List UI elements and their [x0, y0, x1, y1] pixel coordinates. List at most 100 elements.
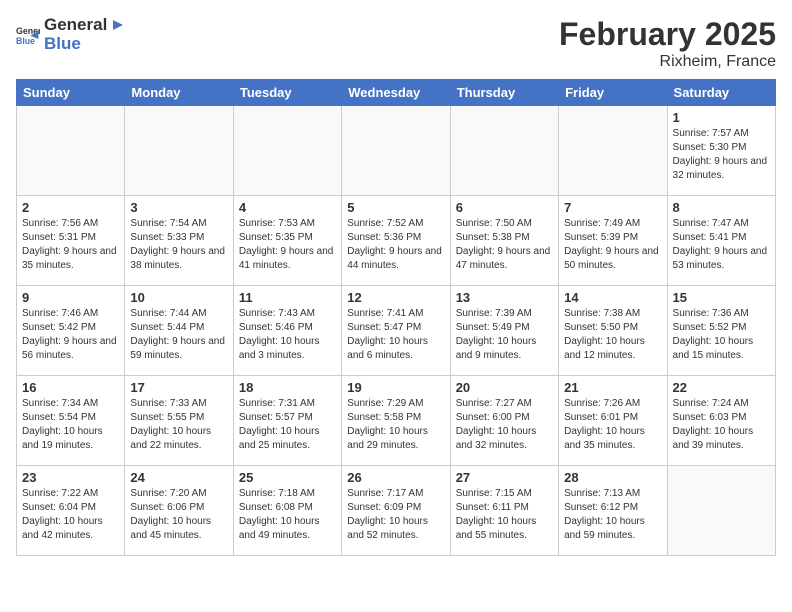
logo-general-text: General — [44, 16, 107, 35]
weekday-header-cell: Tuesday — [233, 80, 341, 106]
day-number: 11 — [239, 290, 336, 305]
day-number: 28 — [564, 470, 661, 485]
day-info: Sunrise: 7:29 AM Sunset: 5:58 PM Dayligh… — [347, 397, 444, 453]
day-info: Sunrise: 7:50 AM Sunset: 5:38 PM Dayligh… — [456, 217, 553, 273]
day-number: 7 — [564, 200, 661, 215]
logo-blue-text: Blue — [44, 34, 81, 53]
day-number: 3 — [130, 200, 227, 215]
day-info: Sunrise: 7:47 AM Sunset: 5:41 PM Dayligh… — [673, 217, 770, 273]
day-number: 19 — [347, 380, 444, 395]
calendar-day-cell: 15Sunrise: 7:36 AM Sunset: 5:52 PM Dayli… — [667, 286, 775, 376]
day-info: Sunrise: 7:39 AM Sunset: 5:49 PM Dayligh… — [456, 307, 553, 363]
day-info: Sunrise: 7:57 AM Sunset: 5:30 PM Dayligh… — [673, 127, 770, 183]
calendar-day-cell: 20Sunrise: 7:27 AM Sunset: 6:00 PM Dayli… — [450, 376, 558, 466]
svg-text:Blue: Blue — [16, 35, 35, 45]
day-info: Sunrise: 7:43 AM Sunset: 5:46 PM Dayligh… — [239, 307, 336, 363]
calendar-day-cell: 3 Sunrise: 7:54 AM Sunset: 5:33 PM Daylig… — [125, 196, 233, 286]
weekday-header-cell: Wednesday — [342, 80, 450, 106]
calendar-body: 1 Sunrise: 7:57 AM Sunset: 5:30 PM Daylig… — [17, 106, 776, 556]
calendar-day-cell: 27Sunrise: 7:15 AM Sunset: 6:11 PM Dayli… — [450, 466, 558, 556]
day-number: 15 — [673, 290, 770, 305]
calendar-day-cell — [233, 106, 341, 196]
logo: General Blue General Blue — [16, 16, 127, 53]
weekday-header-cell: Thursday — [450, 80, 558, 106]
day-number: 9 — [22, 290, 119, 305]
day-info: Sunrise: 7:38 AM Sunset: 5:50 PM Dayligh… — [564, 307, 661, 363]
day-info: Sunrise: 7:53 AM Sunset: 5:35 PM Dayligh… — [239, 217, 336, 273]
calendar-day-cell — [17, 106, 125, 196]
day-info: Sunrise: 7:18 AM Sunset: 6:08 PM Dayligh… — [239, 487, 336, 543]
calendar-day-cell: 10 Sunrise: 7:44 AM Sunset: 5:44 PM Dayli… — [125, 286, 233, 376]
calendar-day-cell: 4 Sunrise: 7:53 AM Sunset: 5:35 PM Daylig… — [233, 196, 341, 286]
weekday-header-row: SundayMondayTuesdayWednesdayThursdayFrid… — [17, 80, 776, 106]
day-number: 6 — [456, 200, 553, 215]
day-number: 20 — [456, 380, 553, 395]
day-number: 1 — [673, 110, 770, 125]
weekday-header-cell: Monday — [125, 80, 233, 106]
weekday-header-cell: Sunday — [17, 80, 125, 106]
day-info: Sunrise: 7:41 AM Sunset: 5:47 PM Dayligh… — [347, 307, 444, 363]
weekday-header-cell: Friday — [559, 80, 667, 106]
calendar-day-cell: 7Sunrise: 7:49 AM Sunset: 5:39 PM Daylig… — [559, 196, 667, 286]
day-info: Sunrise: 7:15 AM Sunset: 6:11 PM Dayligh… — [456, 487, 553, 543]
calendar-week-row: 23 Sunrise: 7:22 AM Sunset: 6:04 PM Dayli… — [17, 466, 776, 556]
calendar-day-cell: 8 Sunrise: 7:47 AM Sunset: 5:41 PM Daylig… — [667, 196, 775, 286]
day-info: Sunrise: 7:33 AM Sunset: 5:55 PM Dayligh… — [130, 397, 227, 453]
calendar-day-cell: 2Sunrise: 7:56 AM Sunset: 5:31 PM Daylig… — [17, 196, 125, 286]
day-number: 17 — [130, 380, 227, 395]
day-info: Sunrise: 7:46 AM Sunset: 5:42 PM Dayligh… — [22, 307, 119, 363]
calendar-day-cell: 6 Sunrise: 7:50 AM Sunset: 5:38 PM Daylig… — [450, 196, 558, 286]
calendar-day-cell: 13 Sunrise: 7:39 AM Sunset: 5:49 PM Dayli… — [450, 286, 558, 376]
weekday-header-cell: Saturday — [667, 80, 775, 106]
calendar-week-row: 9 Sunrise: 7:46 AM Sunset: 5:42 PM Daylig… — [17, 286, 776, 376]
day-info: Sunrise: 7:52 AM Sunset: 5:36 PM Dayligh… — [347, 217, 444, 273]
calendar-day-cell — [667, 466, 775, 556]
calendar-day-cell: 23 Sunrise: 7:22 AM Sunset: 6:04 PM Dayli… — [17, 466, 125, 556]
day-number: 26 — [347, 470, 444, 485]
day-number: 8 — [673, 200, 770, 215]
day-number: 22 — [673, 380, 770, 395]
calendar-title: February 2025 — [559, 16, 776, 53]
page-header: General Blue General Blue February 2025 … — [16, 16, 776, 71]
day-info: Sunrise: 7:22 AM Sunset: 6:04 PM Dayligh… — [22, 487, 119, 543]
day-info: Sunrise: 7:34 AM Sunset: 5:54 PM Dayligh… — [22, 397, 119, 453]
day-number: 13 — [456, 290, 553, 305]
calendar-day-cell: 26 Sunrise: 7:17 AM Sunset: 6:09 PM Dayli… — [342, 466, 450, 556]
logo-icon: General Blue — [16, 23, 40, 47]
calendar-day-cell: 21 Sunrise: 7:26 AM Sunset: 6:01 PM Dayli… — [559, 376, 667, 466]
day-number: 16 — [22, 380, 119, 395]
day-number: 12 — [347, 290, 444, 305]
calendar-day-cell: 1 Sunrise: 7:57 AM Sunset: 5:30 PM Daylig… — [667, 106, 775, 196]
calendar-day-cell: 19 Sunrise: 7:29 AM Sunset: 5:58 PM Dayli… — [342, 376, 450, 466]
day-info: Sunrise: 7:54 AM Sunset: 5:33 PM Dayligh… — [130, 217, 227, 273]
day-number: 18 — [239, 380, 336, 395]
calendar-day-cell: 25Sunrise: 7:18 AM Sunset: 6:08 PM Dayli… — [233, 466, 341, 556]
logo-arrow-icon — [109, 16, 127, 34]
day-info: Sunrise: 7:24 AM Sunset: 6:03 PM Dayligh… — [673, 397, 770, 453]
day-info: Sunrise: 7:44 AM Sunset: 5:44 PM Dayligh… — [130, 307, 227, 363]
calendar-week-row: 2Sunrise: 7:56 AM Sunset: 5:31 PM Daylig… — [17, 196, 776, 286]
day-number: 14 — [564, 290, 661, 305]
calendar-subtitle: Rixheim, France — [559, 53, 776, 71]
day-info: Sunrise: 7:31 AM Sunset: 5:57 PM Dayligh… — [239, 397, 336, 453]
day-info: Sunrise: 7:17 AM Sunset: 6:09 PM Dayligh… — [347, 487, 444, 543]
calendar-table: SundayMondayTuesdayWednesdayThursdayFrid… — [16, 79, 776, 556]
calendar-day-cell: 14 Sunrise: 7:38 AM Sunset: 5:50 PM Dayli… — [559, 286, 667, 376]
calendar-day-cell: 18 Sunrise: 7:31 AM Sunset: 5:57 PM Dayli… — [233, 376, 341, 466]
calendar-day-cell — [450, 106, 558, 196]
day-number: 23 — [22, 470, 119, 485]
calendar-day-cell: 17 Sunrise: 7:33 AM Sunset: 5:55 PM Dayli… — [125, 376, 233, 466]
day-info: Sunrise: 7:13 AM Sunset: 6:12 PM Dayligh… — [564, 487, 661, 543]
day-number: 2 — [22, 200, 119, 215]
title-block: February 2025 Rixheim, France — [559, 16, 776, 71]
calendar-day-cell: 16 Sunrise: 7:34 AM Sunset: 5:54 PM Dayli… — [17, 376, 125, 466]
day-number: 4 — [239, 200, 336, 215]
day-number: 5 — [347, 200, 444, 215]
calendar-day-cell: 24Sunrise: 7:20 AM Sunset: 6:06 PM Dayli… — [125, 466, 233, 556]
day-info: Sunrise: 7:26 AM Sunset: 6:01 PM Dayligh… — [564, 397, 661, 453]
day-number: 24 — [130, 470, 227, 485]
calendar-day-cell: 22 Sunrise: 7:24 AM Sunset: 6:03 PM Dayli… — [667, 376, 775, 466]
day-number: 10 — [130, 290, 227, 305]
calendar-day-cell: 12 Sunrise: 7:41 AM Sunset: 5:47 PM Dayli… — [342, 286, 450, 376]
day-number: 21 — [564, 380, 661, 395]
